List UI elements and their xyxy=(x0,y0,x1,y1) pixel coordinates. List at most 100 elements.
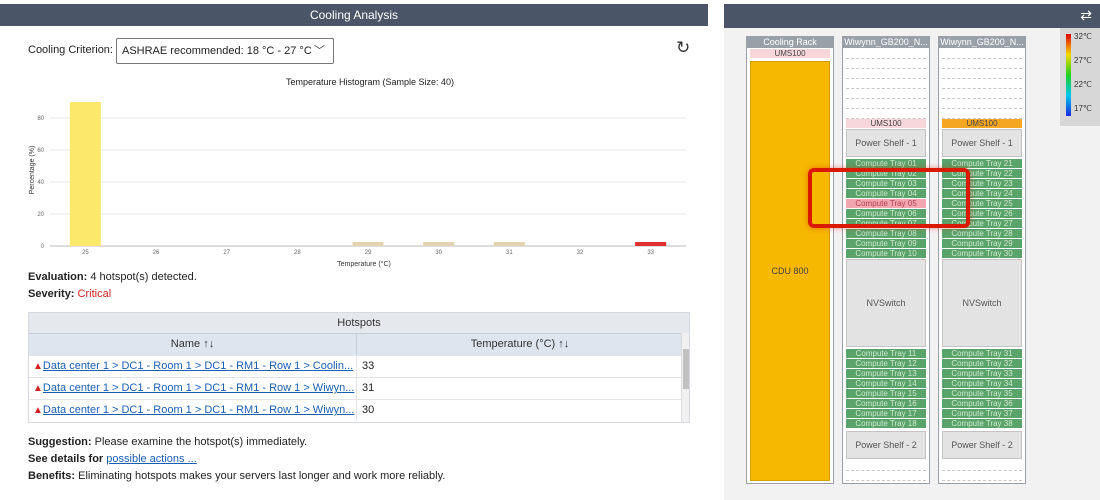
power-shelf-2[interactable]: Power Shelf - 2 xyxy=(846,431,926,459)
table-scrollbar[interactable] xyxy=(681,333,689,422)
power-shelf-1[interactable]: Power Shelf - 1 xyxy=(942,129,1022,157)
empty-slot xyxy=(846,49,926,59)
compute-tray[interactable]: Compute Tray 17 xyxy=(846,409,926,419)
sync-icon[interactable]: ⇄ xyxy=(1080,7,1092,24)
empty-slot xyxy=(846,59,926,69)
compute-tray[interactable]: Compute Tray 16 xyxy=(846,399,926,409)
table-row: ▲Data center 1 > DC1 - Room 1 > DC1 - RM… xyxy=(29,355,689,377)
server-rack-1[interactable]: Wiwynn_GB200_N... UMS100 Power Shelf - 1 C… xyxy=(842,36,930,484)
y-tick-label: 40 xyxy=(37,180,44,186)
compute-tray[interactable]: Compute Tray 30 xyxy=(942,249,1022,259)
temperature-legend: 32℃ 27℃ 22℃ 17℃ xyxy=(1060,28,1100,126)
possible-actions-link[interactable]: possible actions ... xyxy=(106,453,197,465)
empty-slot xyxy=(846,461,926,471)
x-tick-label: 30 xyxy=(435,250,442,256)
compute-tray[interactable]: Compute Tray 09 xyxy=(846,239,926,249)
compute-tray[interactable]: Compute Tray 37 xyxy=(942,409,1022,419)
compute-tray[interactable]: Compute Tray 38 xyxy=(942,419,1022,429)
warning-icon: ▲ xyxy=(33,361,43,372)
hotspot-link[interactable]: Data center 1 > DC1 - Room 1 > DC1 - RM1… xyxy=(43,404,354,416)
severity: Severity: Critical xyxy=(28,288,111,300)
criterion-value: ASHRAE recommended: 18 °C - 27 °C xyxy=(122,45,312,57)
legend-label: 27℃ xyxy=(1074,56,1092,65)
y-tick-label: 20 xyxy=(37,212,44,218)
compute-tray[interactable]: Compute Tray 29 xyxy=(942,239,1022,249)
empty-slot xyxy=(942,461,1022,471)
hotspot-link[interactable]: Data center 1 > DC1 - Room 1 > DC1 - RM1… xyxy=(43,360,353,372)
empty-slot xyxy=(846,109,926,119)
table-row: ▲Data center 1 > DC1 - Room 1 > DC1 - RM… xyxy=(29,377,689,399)
y-tick-label: 80 xyxy=(37,116,44,122)
suggestion-text: Please examine the hotspot(s) immediatel… xyxy=(94,436,308,448)
cdu-unit[interactable]: CDU 800 xyxy=(750,61,830,481)
rack-title: Wiwynn_GB200_N... xyxy=(939,37,1025,48)
evaluation-text: 4 hotspot(s) detected. xyxy=(90,271,197,283)
compute-tray[interactable]: Compute Tray 32 xyxy=(942,359,1022,369)
column-header-temperature[interactable]: Temperature (°C) ↑↓ xyxy=(357,334,683,355)
y-tick-label: 60 xyxy=(37,148,44,154)
hotspots-title: Hotspots xyxy=(29,313,689,333)
empty-slot xyxy=(942,109,1022,119)
histogram-svg: Temperature Histogram (Sample Size: 40) 0… xyxy=(29,77,686,268)
hotspots-table: Hotspots Name ↑↓ Temperature (°C) ↑↓ ▲Da… xyxy=(28,312,690,423)
compute-tray[interactable]: Compute Tray 28 xyxy=(942,229,1022,239)
rack-title: Cooling Rack xyxy=(747,37,833,48)
compute-tray[interactable]: Compute Tray 35 xyxy=(942,389,1022,399)
histogram-bar xyxy=(423,242,455,246)
x-tick-label: 31 xyxy=(506,250,513,256)
severity-value: Critical xyxy=(77,288,112,300)
ums-unit[interactable]: UMS100 xyxy=(750,49,830,58)
compute-tray[interactable]: Compute Tray 12 xyxy=(846,359,926,369)
severity-label: Severity: xyxy=(28,288,75,300)
y-tick-label: 0 xyxy=(41,244,45,250)
histogram-bar xyxy=(69,102,101,246)
x-tick-label: 27 xyxy=(223,250,230,256)
hotspot-highlight-box xyxy=(808,168,970,228)
x-axis-label: Temperature (°C) xyxy=(337,260,391,268)
rack-title: Wiwynn_GB200_N... xyxy=(843,37,929,48)
empty-slot xyxy=(942,471,1022,481)
nvswitch[interactable]: NVSwitch xyxy=(942,259,1022,347)
compute-tray[interactable]: Compute Tray 08 xyxy=(846,229,926,239)
server-rack-2[interactable]: Wiwynn_GB200_N... UMS100 Power Shelf - 1 C… xyxy=(938,36,1026,484)
warning-icon: ▲ xyxy=(33,405,43,416)
scrollbar-thumb[interactable] xyxy=(683,349,689,389)
legend-label: 32℃ xyxy=(1074,32,1092,41)
empty-slot xyxy=(846,89,926,99)
empty-slot xyxy=(942,59,1022,69)
compute-tray[interactable]: Compute Tray 13 xyxy=(846,369,926,379)
compute-tray[interactable]: Compute Tray 18 xyxy=(846,419,926,429)
benefits-label: Benefits: xyxy=(28,470,76,482)
ums-unit[interactable]: UMS100 xyxy=(846,119,926,128)
column-header-name[interactable]: Name ↑↓ xyxy=(29,334,357,355)
compute-tray[interactable]: Compute Tray 10 xyxy=(846,249,926,259)
ums-unit[interactable]: UMS100 xyxy=(942,119,1022,128)
details-label: See details for xyxy=(28,453,104,465)
histogram-bar xyxy=(493,242,525,246)
evaluation: Evaluation: 4 hotspot(s) detected. xyxy=(28,271,197,283)
rack-view-panel: ⇄ Cooling Rack UMS100 CDU 800 Wiwynn_GB2… xyxy=(724,4,1100,500)
compute-tray[interactable]: Compute Tray 14 xyxy=(846,379,926,389)
cdu-label: CDU 800 xyxy=(771,266,809,276)
power-shelf-2[interactable]: Power Shelf - 2 xyxy=(942,431,1022,459)
empty-slot xyxy=(846,79,926,89)
cooling-rack[interactable]: Cooling Rack UMS100 CDU 800 xyxy=(746,36,834,484)
histogram-bar xyxy=(352,242,384,246)
compute-tray[interactable]: Compute Tray 33 xyxy=(942,369,1022,379)
criterion-select[interactable]: ASHRAE recommended: 18 °C - 27 °C ﹀ xyxy=(116,38,334,64)
power-shelf-1[interactable]: Power Shelf - 1 xyxy=(846,129,926,157)
nvswitch[interactable]: NVSwitch xyxy=(846,259,926,347)
compute-tray[interactable]: Compute Tray 36 xyxy=(942,399,1022,409)
temperature-histogram: Temperature Histogram (Sample Size: 40) 0… xyxy=(0,72,708,272)
compute-tray[interactable]: Compute Tray 34 xyxy=(942,379,1022,389)
x-tick-label: 33 xyxy=(647,250,654,256)
compute-tray[interactable]: Compute Tray 11 xyxy=(846,349,926,359)
suggestion: Suggestion: Please examine the hotspot(s… xyxy=(28,436,307,448)
hotspot-link[interactable]: Data center 1 > DC1 - Room 1 > DC1 - RM1… xyxy=(43,382,354,394)
compute-tray[interactable]: Compute Tray 31 xyxy=(942,349,1022,359)
compute-tray[interactable]: Compute Tray 15 xyxy=(846,389,926,399)
x-tick-label: 28 xyxy=(294,250,301,256)
refresh-icon[interactable]: ↻ xyxy=(676,38,690,58)
cooling-analysis-panel: Cooling Analysis Cooling Criterion: ASHR… xyxy=(0,0,708,500)
chevron-down-icon: ﹀ xyxy=(314,45,325,57)
